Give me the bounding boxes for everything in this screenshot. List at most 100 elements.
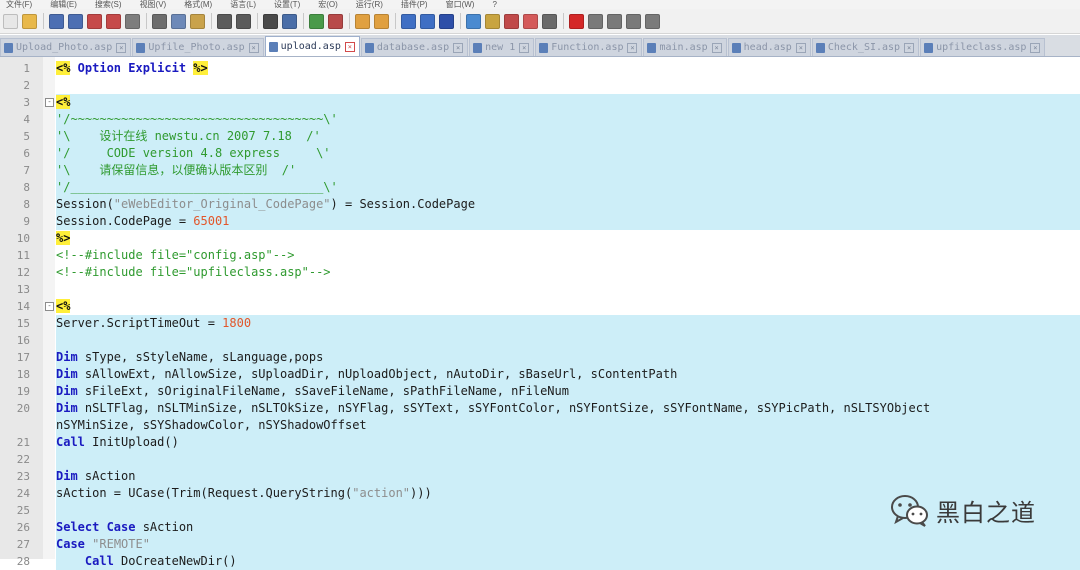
tab-label: Upload_Photo.asp	[16, 42, 113, 53]
tab-file[interactable]: database.asp ×	[360, 38, 469, 56]
code-line[interactable]: 21 Call InitUpload()	[0, 434, 1080, 451]
menu-item[interactable]: 编辑(E)	[50, 0, 77, 9]
code-line[interactable]: 3 - <%	[0, 94, 1080, 111]
redo-icon[interactable]	[236, 13, 251, 29]
tab-file[interactable]: head.asp ×	[727, 38, 811, 56]
code-line[interactable]: 11 <!--#include file="config.asp"-->	[0, 247, 1080, 264]
monitor-icon[interactable]	[542, 13, 557, 29]
code-line[interactable]: 1 <% Option Explicit %>	[0, 60, 1080, 77]
menu-item[interactable]: 语言(L)	[230, 0, 256, 9]
tab-close-icon[interactable]: ×	[116, 42, 127, 53]
tab-file[interactable]: upfileclass.asp ×	[920, 38, 1046, 56]
tab-close-icon[interactable]: ×	[519, 42, 530, 53]
menu-item[interactable]: 宏(O)	[318, 0, 338, 9]
menu-item[interactable]: 设置(T)	[274, 0, 300, 9]
tab-close-icon[interactable]: ×	[344, 41, 355, 52]
function-list-icon[interactable]	[504, 13, 519, 29]
play-macro-icon[interactable]	[607, 13, 622, 29]
tab-file[interactable]: main.asp ×	[643, 38, 727, 56]
tab-close-icon[interactable]: ×	[453, 42, 464, 53]
close-all-icon[interactable]	[106, 13, 121, 29]
menu-item[interactable]: 格式(M)	[184, 0, 212, 9]
code-line[interactable]: 28 Call DoCreateNewDir()	[0, 553, 1080, 570]
code-line[interactable]: 27 Case "REMOTE"	[0, 536, 1080, 553]
menu-item[interactable]: 文件(F)	[6, 0, 32, 9]
tab-file[interactable]: Upfile_Photo.asp ×	[132, 38, 264, 56]
menu-item[interactable]: 搜索(S)	[95, 0, 122, 9]
tab-close-icon[interactable]: ×	[795, 42, 806, 53]
copy-icon[interactable]	[171, 13, 186, 29]
undo-icon[interactable]	[217, 13, 232, 29]
code-line[interactable]: 13	[0, 281, 1080, 298]
replace-icon[interactable]	[282, 13, 297, 29]
code-line[interactable]: 22	[0, 451, 1080, 468]
code-line[interactable]: 10 %>	[0, 230, 1080, 247]
paste-icon[interactable]	[190, 13, 205, 29]
code-line[interactable]: 14 - <%	[0, 298, 1080, 315]
code-editor[interactable]: 1 <% Option Explicit %> 2 3- <% 4 '/~~~~~~~~~~…	[0, 57, 1080, 570]
record-macro-icon[interactable]	[569, 13, 584, 29]
tab-file[interactable]: upload.asp ×	[264, 36, 360, 56]
code-token: <%	[56, 61, 71, 75]
code-line[interactable]: 8 Session("eWebEditor_Original_CodePage")…	[0, 196, 1080, 213]
code-line[interactable]: 15 Server.ScriptTimeOut = 1800	[0, 315, 1080, 332]
word-wrap-icon[interactable]	[401, 13, 416, 29]
fold-toggle-icon[interactable]: -	[45, 302, 54, 311]
tab-close-icon[interactable]: ×	[711, 42, 722, 53]
zoom-out-icon[interactable]	[328, 13, 343, 29]
code-line[interactable]: 23 Dim sAction	[0, 468, 1080, 485]
menu-item[interactable]: 运行(R)	[356, 0, 383, 9]
fold-toggle-icon[interactable]: -	[45, 98, 54, 107]
tab-close-icon[interactable]: ×	[1030, 42, 1041, 53]
code-line[interactable]: 18 Dim sAllowExt, nAllowSize, sUploadDir,…	[0, 366, 1080, 383]
find-icon[interactable]	[263, 13, 278, 29]
code-line[interactable]: 12 <!--#include file="upfileclass.asp"-->	[0, 264, 1080, 281]
doc-map-icon[interactable]	[485, 13, 500, 29]
code-token: DoCreateNewDir()	[113, 554, 237, 568]
code-text: <%	[56, 298, 1080, 315]
sync-horizontal-icon[interactable]	[374, 13, 389, 29]
code-token: 65001	[193, 214, 230, 228]
code-line[interactable]: nSYMinSize, sSYShadowColor, nSYShadowOff…	[0, 417, 1080, 434]
code-line[interactable]: 16	[0, 332, 1080, 349]
language-icon[interactable]	[466, 13, 481, 29]
show-all-chars-icon[interactable]	[420, 13, 435, 29]
tab-close-icon[interactable]: ×	[248, 42, 259, 53]
code-line[interactable]: 5 '\ 设计在线 newstu.cn 2007 7.18 /'	[0, 128, 1080, 145]
menu-item[interactable]: 窗口(W)	[446, 0, 475, 9]
tab-file[interactable]: Function.asp ×	[535, 38, 643, 56]
code-line[interactable]: 9 Session.CodePage = 65001	[0, 213, 1080, 230]
tab-close-icon[interactable]: ×	[627, 42, 638, 53]
sync-vertical-icon[interactable]	[355, 13, 370, 29]
code-line[interactable]: 7 '\ 请保留信息，以便确认版本区别 /'	[0, 162, 1080, 179]
open-file-icon[interactable]	[22, 13, 37, 29]
save-all-icon[interactable]	[68, 13, 83, 29]
cut-icon[interactable]	[152, 13, 167, 29]
code-line[interactable]: 4 '/~~~~~~~~~~~~~~~~~~~~~~~~~~~~~~~~~~~\'	[0, 111, 1080, 128]
code-line[interactable]: 6 '/ CODE version 4.8 express \'	[0, 145, 1080, 162]
code-line[interactable]: 20 Dim nSLTFlag, nSLTMinSize, nSLTOkSize,…	[0, 400, 1080, 417]
code-token: Session(	[56, 197, 114, 211]
save-macro-icon[interactable]	[645, 13, 660, 29]
code-line[interactable]: 19 Dim sFileExt, sOriginalFileName, sSave…	[0, 383, 1080, 400]
tab-file[interactable]: Upload_Photo.asp ×	[0, 38, 132, 56]
code-line[interactable]: 17 Dim sType, sStyleName, sLanguage,pops	[0, 349, 1080, 366]
tab-file[interactable]: Check_SI.asp ×	[811, 38, 920, 56]
tab-file[interactable]: new 1 ×	[469, 38, 535, 56]
stop-macro-icon[interactable]	[588, 13, 603, 29]
close-icon[interactable]	[87, 13, 102, 29]
tab-close-icon[interactable]: ×	[904, 42, 915, 53]
code-line[interactable]: 8 '/___________________________________\'	[0, 179, 1080, 196]
indent-guide-icon[interactable]	[439, 13, 454, 29]
menu-item[interactable]: ?	[492, 0, 496, 9]
code-text: Dim sAllowExt, nAllowSize, sUploadDir, n…	[56, 366, 1080, 383]
print-icon[interactable]	[125, 13, 140, 29]
menu-item[interactable]: 视图(V)	[140, 0, 167, 9]
play-multi-icon[interactable]	[626, 13, 641, 29]
zoom-in-icon[interactable]	[309, 13, 324, 29]
save-icon[interactable]	[49, 13, 64, 29]
code-line[interactable]: 2	[0, 77, 1080, 94]
menu-item[interactable]: 插件(P)	[401, 0, 428, 9]
new-file-icon[interactable]	[3, 13, 18, 29]
folder-workspace-icon[interactable]	[523, 13, 538, 29]
